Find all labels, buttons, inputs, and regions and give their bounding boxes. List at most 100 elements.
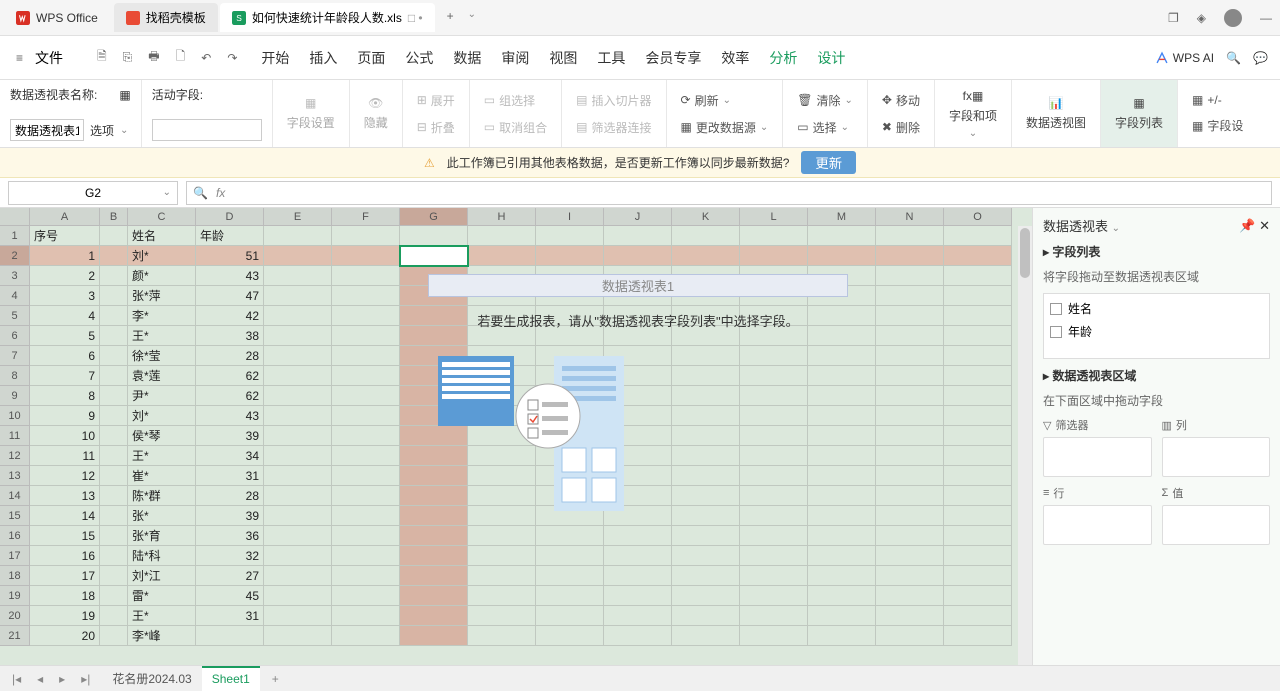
- field-item[interactable]: 年龄: [1050, 323, 1263, 340]
- cell[interactable]: [876, 286, 944, 306]
- fieldset-button[interactable]: ▦字段设置: [273, 80, 350, 147]
- cell[interactable]: [100, 226, 128, 246]
- cell[interactable]: [264, 326, 332, 346]
- cell[interactable]: [332, 386, 400, 406]
- cell[interactable]: [876, 526, 944, 546]
- cell[interactable]: 姓名: [128, 226, 196, 246]
- cell[interactable]: 7: [30, 366, 100, 386]
- cell[interactable]: [332, 566, 400, 586]
- namebox[interactable]: G2 ⌄: [8, 181, 178, 205]
- sheet-next[interactable]: ▸: [55, 672, 69, 686]
- menu-视图[interactable]: 视图: [549, 48, 577, 68]
- cell[interactable]: [876, 306, 944, 326]
- cell[interactable]: [264, 286, 332, 306]
- cell[interactable]: [332, 346, 400, 366]
- vertical-scrollbar[interactable]: [1018, 226, 1032, 665]
- cell[interactable]: 刘*江: [128, 566, 196, 586]
- cell[interactable]: [100, 266, 128, 286]
- fieldset2-button[interactable]: ▦字段设: [1188, 115, 1247, 136]
- cell[interactable]: [740, 546, 808, 566]
- cell[interactable]: [264, 606, 332, 626]
- cell[interactable]: 62: [196, 366, 264, 386]
- cell[interactable]: [944, 606, 1012, 626]
- cell[interactable]: [100, 346, 128, 366]
- cell[interactable]: 袁*莲: [128, 366, 196, 386]
- cell[interactable]: [536, 546, 604, 566]
- cell[interactable]: [944, 426, 1012, 446]
- cell[interactable]: [536, 606, 604, 626]
- row-area[interactable]: [1043, 505, 1152, 545]
- cell[interactable]: 10: [30, 426, 100, 446]
- cell[interactable]: [100, 386, 128, 406]
- cell[interactable]: 12: [30, 466, 100, 486]
- formula-bar[interactable]: 🔍 fx: [186, 181, 1272, 205]
- cell[interactable]: [944, 246, 1012, 266]
- cell[interactable]: [100, 306, 128, 326]
- cell[interactable]: 42: [196, 306, 264, 326]
- cell[interactable]: [944, 366, 1012, 386]
- delete-button[interactable]: ✖删除: [878, 117, 924, 138]
- cell[interactable]: 2: [30, 266, 100, 286]
- cell[interactable]: [604, 626, 672, 646]
- cell[interactable]: [876, 346, 944, 366]
- cell[interactable]: 年龄: [196, 226, 264, 246]
- pivot-name-input[interactable]: [10, 119, 84, 141]
- menu-效率[interactable]: 效率: [721, 48, 749, 68]
- cell[interactable]: 王*: [128, 326, 196, 346]
- cell[interactable]: [944, 566, 1012, 586]
- col-header[interactable]: E: [264, 208, 332, 226]
- cell[interactable]: [100, 586, 128, 606]
- cell[interactable]: 38: [196, 326, 264, 346]
- print-icon[interactable]: ⎘: [119, 46, 137, 69]
- row-header[interactable]: 16: [0, 526, 30, 546]
- cell[interactable]: [808, 226, 876, 246]
- cell[interactable]: 11: [30, 446, 100, 466]
- cell[interactable]: [944, 586, 1012, 606]
- cell[interactable]: [808, 526, 876, 546]
- cell[interactable]: [876, 606, 944, 626]
- cell[interactable]: [944, 266, 1012, 286]
- fieldlist-button[interactable]: ▦字段列表: [1101, 80, 1178, 147]
- tab-document[interactable]: S 如何快速统计年龄段人数.xls □ •: [220, 3, 435, 32]
- cell[interactable]: 39: [196, 506, 264, 526]
- cell[interactable]: 侯*琴: [128, 426, 196, 446]
- cell[interactable]: [468, 546, 536, 566]
- expand-button[interactable]: ⊞展开: [413, 90, 459, 111]
- cell[interactable]: [100, 406, 128, 426]
- cell[interactable]: [876, 426, 944, 446]
- cell[interactable]: 31: [196, 606, 264, 626]
- cell[interactable]: [100, 606, 128, 626]
- minimize-icon[interactable]: —: [1260, 11, 1272, 25]
- chat-icon[interactable]: 💬: [1253, 51, 1268, 65]
- cell[interactable]: [876, 226, 944, 246]
- cell[interactable]: 51: [196, 246, 264, 266]
- row-header[interactable]: 10: [0, 406, 30, 426]
- cell[interactable]: [876, 546, 944, 566]
- col-header[interactable]: J: [604, 208, 672, 226]
- cell[interactable]: [332, 366, 400, 386]
- cell[interactable]: 20: [30, 626, 100, 646]
- wps-ai[interactable]: WPS AI: [1155, 51, 1214, 65]
- cell[interactable]: 15: [30, 526, 100, 546]
- clear-button[interactable]: 🗑清除⌄: [793, 90, 857, 111]
- sheet-tab[interactable]: Sheet1: [202, 666, 260, 691]
- cell[interactable]: [876, 366, 944, 386]
- cell[interactable]: [536, 566, 604, 586]
- cell[interactable]: 陆*科: [128, 546, 196, 566]
- cell[interactable]: 27: [196, 566, 264, 586]
- col-header[interactable]: O: [944, 208, 1012, 226]
- filterconn-button[interactable]: ▤筛选器连接: [572, 117, 655, 138]
- cell[interactable]: 刘*: [128, 406, 196, 426]
- cell[interactable]: [944, 406, 1012, 426]
- hamburger-icon[interactable]: ≡: [12, 47, 27, 69]
- cell[interactable]: 34: [196, 446, 264, 466]
- field-item[interactable]: 姓名: [1050, 300, 1263, 317]
- row-header[interactable]: 8: [0, 366, 30, 386]
- groupsel-button[interactable]: ▭组选择: [480, 90, 551, 111]
- cell[interactable]: [264, 446, 332, 466]
- cell[interactable]: 31: [196, 466, 264, 486]
- cell[interactable]: 6: [30, 346, 100, 366]
- cell[interactable]: [264, 366, 332, 386]
- cell[interactable]: [332, 266, 400, 286]
- cell[interactable]: 5: [30, 326, 100, 346]
